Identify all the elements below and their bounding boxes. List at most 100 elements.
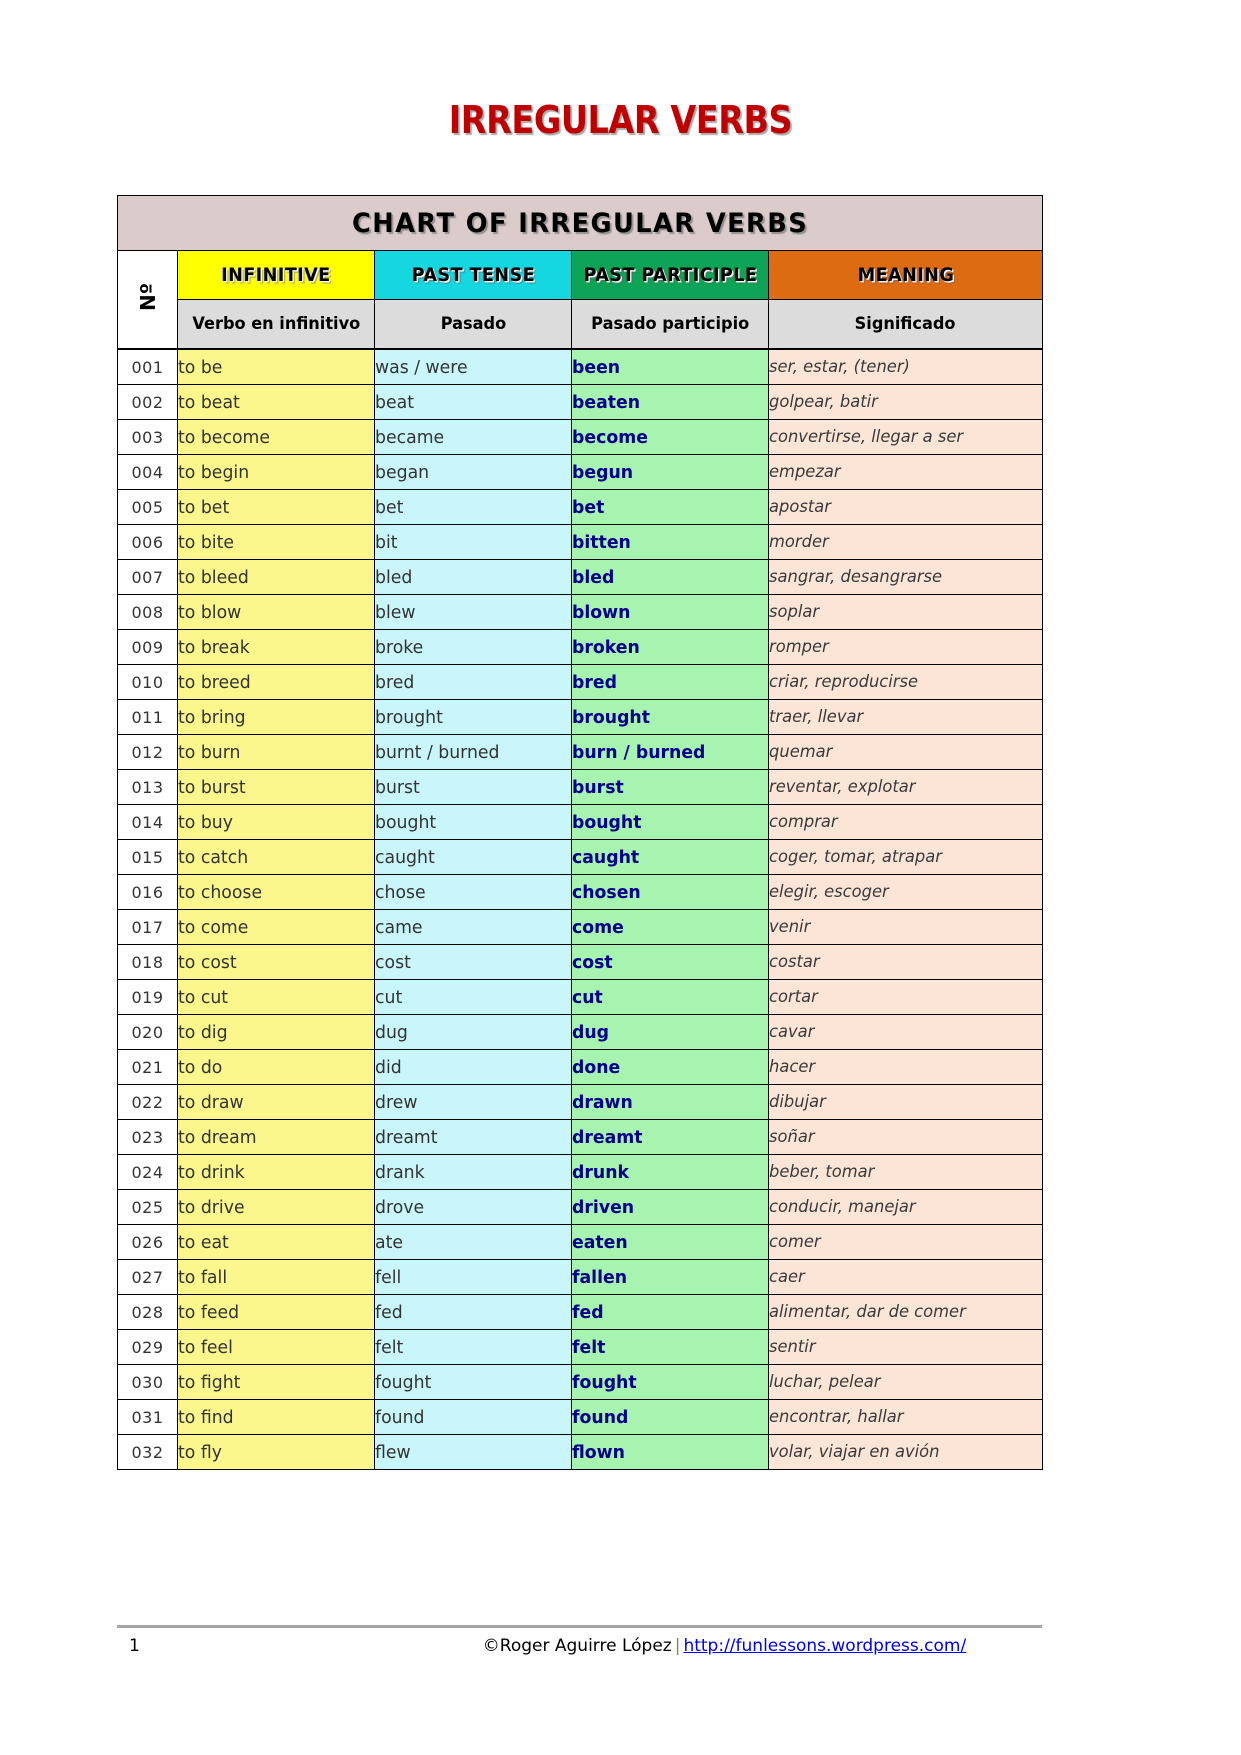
cell-infinitive: to do: [177, 1049, 375, 1085]
column-header-number-label: Nº: [135, 282, 160, 312]
row-number: 003: [117, 419, 178, 455]
cell-past-tense-text: burst: [375, 776, 420, 798]
table-row: 011 to bring brought brought traer, llevar: [117, 699, 1044, 735]
table-row: 030 to fight fought fought luchar, pelear: [117, 1364, 1044, 1400]
footer-content: 1 ©Roger Aguirre López | http://funlessons…: [117, 1634, 1042, 1662]
cell-meaning-text: ser, estar, (tener): [769, 357, 910, 377]
cell-infinitive-text: to draw: [178, 1091, 244, 1113]
footer-separator: |: [674, 1636, 681, 1656]
column-header-number: Nº: [117, 250, 178, 350]
cell-meaning: empezar: [767, 454, 1044, 490]
cell-meaning: volar, viajar en avión: [767, 1434, 1044, 1470]
cell-meaning-text: elegir, escoger: [769, 882, 889, 902]
page-footer: 1 ©Roger Aguirre López | http://funlessons…: [117, 1625, 1042, 1662]
footer-website-link[interactable]: http://funlessons.wordpress.com/: [683, 1636, 966, 1656]
row-number: 023: [117, 1119, 178, 1155]
table-row: 032 to fly flew flown volar, viajar en avión: [117, 1434, 1044, 1470]
cell-meaning-text: morder: [769, 532, 829, 552]
table-row: 004 to begin began begun empezar: [117, 454, 1044, 490]
cell-past-tense-text: found: [375, 1406, 425, 1428]
row-number: 011: [117, 699, 178, 735]
cell-infinitive: to come: [177, 909, 375, 945]
cell-meaning-text: beber, tomar: [769, 1162, 875, 1182]
table-row: 010 to breed bred bred criar, reproducirse: [117, 664, 1044, 700]
cell-past-participle-text: begun: [572, 461, 634, 483]
cell-meaning-text: cortar: [769, 987, 818, 1007]
cell-past-tense-text: blew: [375, 601, 416, 623]
cell-meaning: coger, tomar, atrapar: [767, 839, 1044, 875]
irregular-verbs-table: CHART OF IRREGULAR VERBS Nº INFINITIVE P…: [116, 195, 1044, 1470]
cell-infinitive-text: to break: [178, 636, 250, 658]
cell-infinitive-text: to feel: [178, 1336, 233, 1358]
cell-past-tense-text: was / were: [375, 356, 468, 378]
cell-meaning-text: hacer: [769, 1057, 816, 1077]
cell-infinitive: to fight: [177, 1364, 375, 1400]
cell-past-participle: driven: [571, 1189, 769, 1225]
cell-meaning: beber, tomar: [767, 1154, 1044, 1190]
row-number: 029: [117, 1329, 178, 1365]
cell-past-participle-text: fed: [572, 1301, 604, 1323]
table-row: 009 to break broke broken romper: [117, 629, 1044, 665]
cell-past-participle-text: bitten: [572, 531, 631, 553]
column-header-past-tense-label: PAST TENSE: [411, 264, 535, 286]
cell-meaning-text: quemar: [769, 742, 833, 762]
cell-past-participle-text: cut: [572, 986, 603, 1008]
column-subheader-meaning: Significado: [767, 299, 1044, 350]
cell-meaning-text: traer, llevar: [769, 707, 864, 727]
row-number: 032: [117, 1434, 178, 1470]
table-header-row: Nº INFINITIVE PAST TENSE PAST PARTICIPLE…: [117, 250, 1044, 350]
cell-past-participle-text: broken: [572, 636, 640, 658]
row-number: 022: [117, 1084, 178, 1120]
cell-past-participle-text: dug: [572, 1021, 610, 1043]
cell-infinitive: to feel: [177, 1329, 375, 1365]
cell-past-tense: flew: [374, 1434, 572, 1470]
cell-past-tense: brought: [374, 699, 572, 735]
cell-past-tense-text: felt: [375, 1336, 404, 1358]
table-row: 013 to burst burst burst reventar, explotar: [117, 769, 1044, 805]
cell-past-tense: burnt / burned: [374, 734, 572, 770]
cell-past-tense: fed: [374, 1294, 572, 1330]
table-row: 018 to cost cost cost costar: [117, 944, 1044, 980]
cell-past-tense-text: bet: [375, 496, 404, 518]
cell-infinitive-text: to fight: [178, 1371, 241, 1393]
cell-past-participle-text: bought: [572, 811, 642, 833]
cell-meaning-text: alimentar, dar de comer: [769, 1302, 966, 1322]
row-number: 010: [117, 664, 178, 700]
cell-meaning-text: luchar, pelear: [769, 1372, 881, 1392]
table-row: 031 to find found found encontrar, hallar: [117, 1399, 1044, 1435]
table-row: 027 to fall fell fallen caer: [117, 1259, 1044, 1295]
cell-past-tense: came: [374, 909, 572, 945]
table-row: 026 to eat ate eaten comer: [117, 1224, 1044, 1260]
cell-past-participle-text: come: [572, 916, 624, 938]
row-number: 016: [117, 874, 178, 910]
cell-past-participle-text: brought: [572, 706, 650, 728]
cell-meaning: reventar, explotar: [767, 769, 1044, 805]
cell-infinitive-text: to fly: [178, 1441, 222, 1463]
table-row: 005 to bet bet bet apostar: [117, 489, 1044, 525]
page-title: IRREGULAR VERBS: [448, 98, 793, 142]
cell-meaning-text: comprar: [769, 812, 838, 832]
cell-meaning-text: costar: [769, 952, 820, 972]
cell-past-tense-text: drank: [375, 1161, 425, 1183]
cell-meaning: ser, estar, (tener): [767, 348, 1044, 385]
column-subheader-past-tense-label: Pasado: [440, 314, 506, 334]
cell-meaning: criar, reproducirse: [767, 664, 1044, 700]
cell-past-tense: drank: [374, 1154, 572, 1190]
column-header-past-tense: PAST TENSE: [374, 250, 572, 300]
table-row: 021 to do did done hacer: [117, 1049, 1044, 1085]
table-row: 006 to bite bit bitten morder: [117, 524, 1044, 560]
cell-infinitive-text: to burn: [178, 741, 241, 763]
row-number: 018: [117, 944, 178, 980]
cell-infinitive: to breed: [177, 664, 375, 700]
cell-past-participle: fed: [571, 1294, 769, 1330]
cell-past-tense-text: came: [375, 916, 423, 938]
cell-infinitive: to break: [177, 629, 375, 665]
cell-infinitive-text: to do: [178, 1056, 223, 1078]
cell-past-participle-text: dreamt: [572, 1126, 643, 1148]
cell-infinitive: to feed: [177, 1294, 375, 1330]
cell-past-tense: drew: [374, 1084, 572, 1120]
row-number: 013: [117, 769, 178, 805]
cell-meaning: romper: [767, 629, 1044, 665]
cell-infinitive-text: to cost: [178, 951, 237, 973]
row-number: 028: [117, 1294, 178, 1330]
